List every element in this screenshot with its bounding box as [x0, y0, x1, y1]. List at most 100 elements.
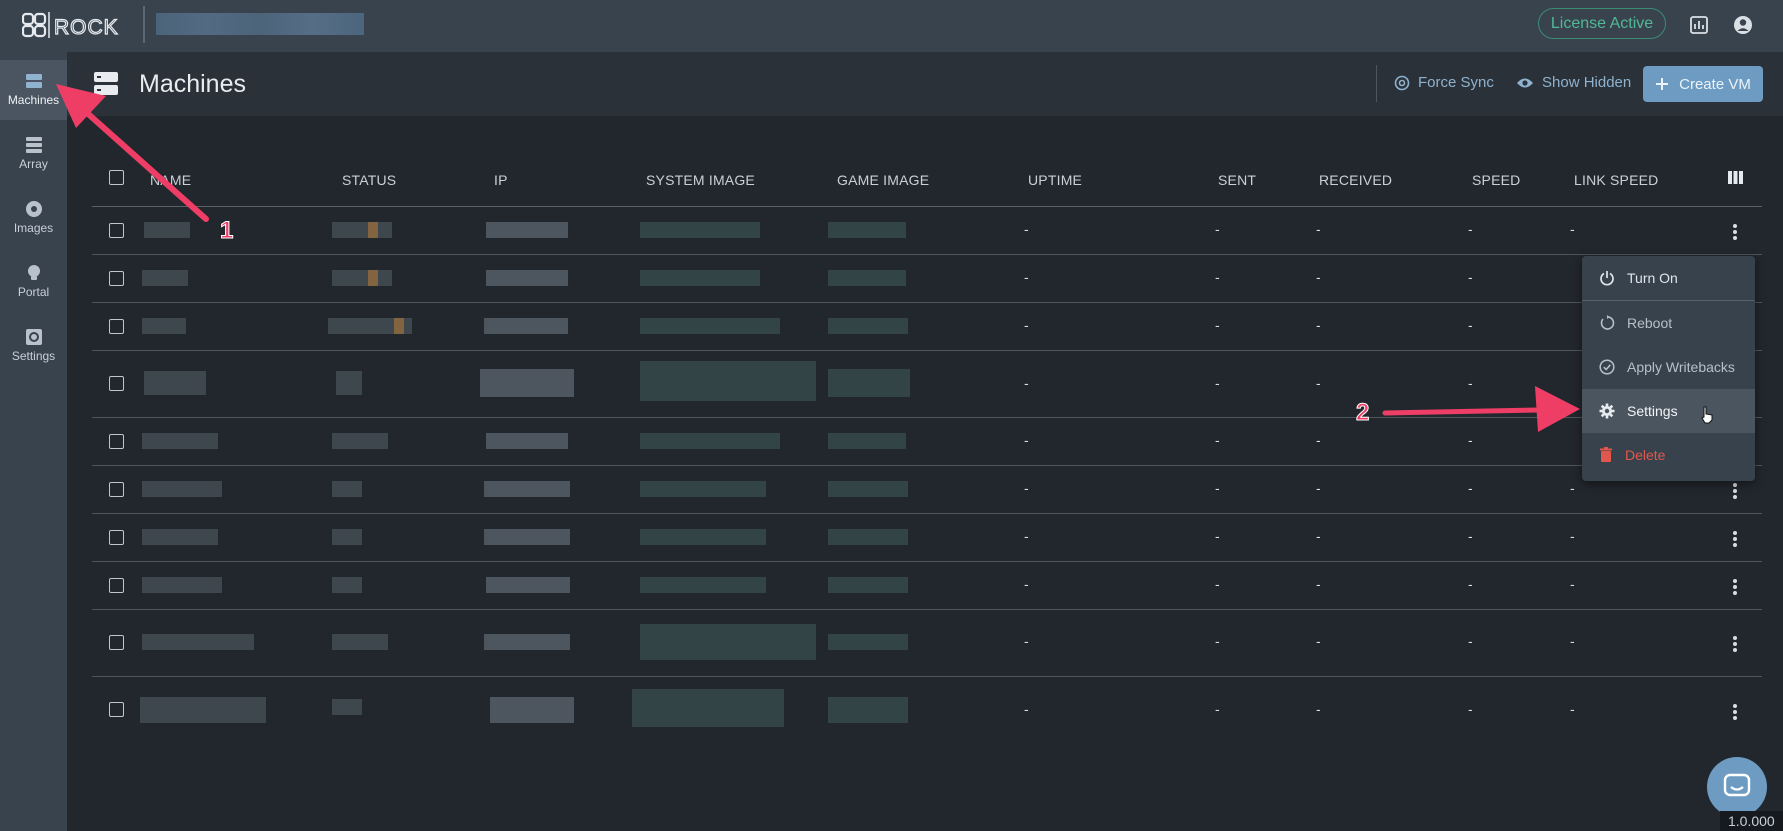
redacted-ip: [490, 697, 574, 723]
menu-item-turn-on[interactable]: Turn On: [1582, 256, 1755, 300]
table-row[interactable]: - - - -: [92, 255, 1762, 303]
row-checkbox[interactable]: [109, 530, 124, 545]
force-sync-label: Force Sync: [1418, 74, 1494, 91]
column-header-sent[interactable]: SENT: [1218, 172, 1256, 188]
redacted-game-image: [828, 433, 906, 449]
redacted-system-image: [640, 270, 760, 286]
top-bar: ROCK License Active: [0, 0, 1783, 52]
row-checkbox[interactable]: [109, 702, 124, 717]
redacted-status: [332, 577, 362, 593]
chat-widget-button[interactable]: [1707, 757, 1767, 817]
table-row[interactable]: - - - -: [92, 303, 1762, 351]
menu-item-label: Delete: [1625, 447, 1666, 463]
sidebar-item-label: Images: [13, 221, 54, 235]
row-checkbox[interactable]: [109, 434, 124, 449]
column-header-status[interactable]: STATUS: [342, 172, 396, 188]
uptime-value: -: [1024, 701, 1029, 717]
link-speed-value: -: [1570, 221, 1575, 237]
table-row[interactable]: - - - - -: [92, 514, 1762, 562]
row-checkbox[interactable]: [109, 223, 124, 238]
row-checkbox[interactable]: [109, 319, 124, 334]
column-header-ip[interactable]: IP: [494, 172, 508, 188]
redacted-name: [142, 433, 218, 449]
ggrock-logo[interactable]: ROCK: [22, 10, 130, 40]
redacted-status: [332, 433, 388, 449]
row-checkbox[interactable]: [109, 635, 124, 650]
redacted-system-image: [640, 222, 760, 238]
menu-item-apply-writebacks[interactable]: Apply Writebacks: [1582, 345, 1755, 389]
column-header-link-speed[interactable]: LINK SPEED: [1574, 172, 1658, 188]
speed-value: -: [1468, 269, 1473, 285]
speed-value: -: [1468, 633, 1473, 649]
force-sync-button[interactable]: Force Sync: [1394, 74, 1494, 91]
columns-icon[interactable]: [1728, 171, 1743, 184]
link-speed-value: -: [1570, 576, 1575, 592]
row-actions-button[interactable]: [1732, 481, 1738, 501]
create-vm-button[interactable]: Create VM: [1643, 66, 1763, 102]
row-actions-button[interactable]: [1732, 577, 1738, 597]
table-row[interactable]: - - - -: [92, 351, 1762, 418]
server-icon: [25, 74, 42, 88]
table-row[interactable]: - - - - -: [92, 562, 1762, 610]
redacted-name: [142, 318, 186, 334]
svg-text:ROCK: ROCK: [54, 16, 119, 39]
received-value: -: [1316, 633, 1321, 649]
sidebar-item-settings[interactable]: Settings: [0, 316, 67, 376]
sidebar-item-array[interactable]: Array: [0, 124, 67, 184]
sidebar: Machines Array Images Portal Settings: [0, 52, 67, 831]
redacted-ip: [484, 634, 570, 650]
row-actions-button[interactable]: [1732, 529, 1738, 549]
array-icon: [25, 137, 42, 153]
show-hidden-label: Show Hidden: [1542, 74, 1632, 91]
license-status-badge[interactable]: License Active: [1538, 8, 1666, 39]
row-checkbox[interactable]: [109, 578, 124, 593]
row-checkbox[interactable]: [109, 376, 124, 391]
select-all-checkbox[interactable]: [109, 170, 124, 185]
table-row[interactable]: - - - -: [92, 418, 1762, 466]
sidebar-item-portal[interactable]: Portal: [0, 252, 67, 312]
table-row[interactable]: - - - - -: [92, 610, 1762, 677]
row-actions-button[interactable]: [1732, 634, 1738, 654]
show-hidden-button[interactable]: Show Hidden: [1516, 74, 1631, 91]
uptime-value: -: [1024, 221, 1029, 237]
redacted-status: [332, 270, 392, 286]
sent-value: -: [1215, 528, 1220, 544]
redacted-name: [142, 529, 218, 545]
column-header-uptime[interactable]: UPTIME: [1028, 172, 1082, 188]
disc-icon: [25, 201, 42, 217]
row-actions-button[interactable]: [1732, 222, 1738, 242]
column-header-received[interactable]: RECEIVED: [1319, 172, 1392, 188]
column-header-system-image[interactable]: SYSTEM IMAGE: [646, 172, 755, 188]
column-header-game-image[interactable]: GAME IMAGE: [837, 172, 929, 188]
column-header-name[interactable]: NAME: [150, 172, 191, 188]
row-checkbox[interactable]: [109, 271, 124, 286]
redacted-game-image: [828, 270, 906, 286]
restart-icon: [1600, 315, 1615, 330]
speed-value: -: [1468, 221, 1473, 237]
redacted-name: [142, 577, 222, 593]
sidebar-item-machines[interactable]: Machines: [0, 60, 67, 120]
sent-value: -: [1215, 269, 1220, 285]
menu-item-settings[interactable]: Settings: [1582, 389, 1755, 433]
sidebar-item-images[interactable]: Images: [0, 188, 67, 248]
redacted-system-image: [640, 577, 766, 593]
lightbulb-icon: [27, 265, 40, 280]
stats-icon[interactable]: [1686, 12, 1712, 38]
received-value: -: [1316, 269, 1321, 285]
pointer-cursor-icon: [1701, 406, 1713, 424]
menu-item-reboot[interactable]: Reboot: [1582, 301, 1755, 345]
table-row[interactable]: - - - - -: [92, 466, 1762, 514]
account-icon[interactable]: [1730, 12, 1756, 38]
table-row[interactable]: - - - - -: [92, 677, 1762, 744]
menu-item-delete[interactable]: Delete: [1582, 433, 1755, 477]
row-actions-button[interactable]: [1732, 702, 1738, 722]
redacted-name: [142, 481, 222, 497]
column-header-speed[interactable]: SPEED: [1472, 172, 1520, 188]
link-speed-value: -: [1570, 528, 1575, 544]
table-row[interactable]: - - - - -: [92, 207, 1762, 255]
redacted-game-image: [828, 318, 908, 334]
redacted-system-image: [640, 361, 816, 401]
redacted-system-image: [640, 433, 780, 449]
row-checkbox[interactable]: [109, 482, 124, 497]
link-speed-value: -: [1570, 633, 1575, 649]
